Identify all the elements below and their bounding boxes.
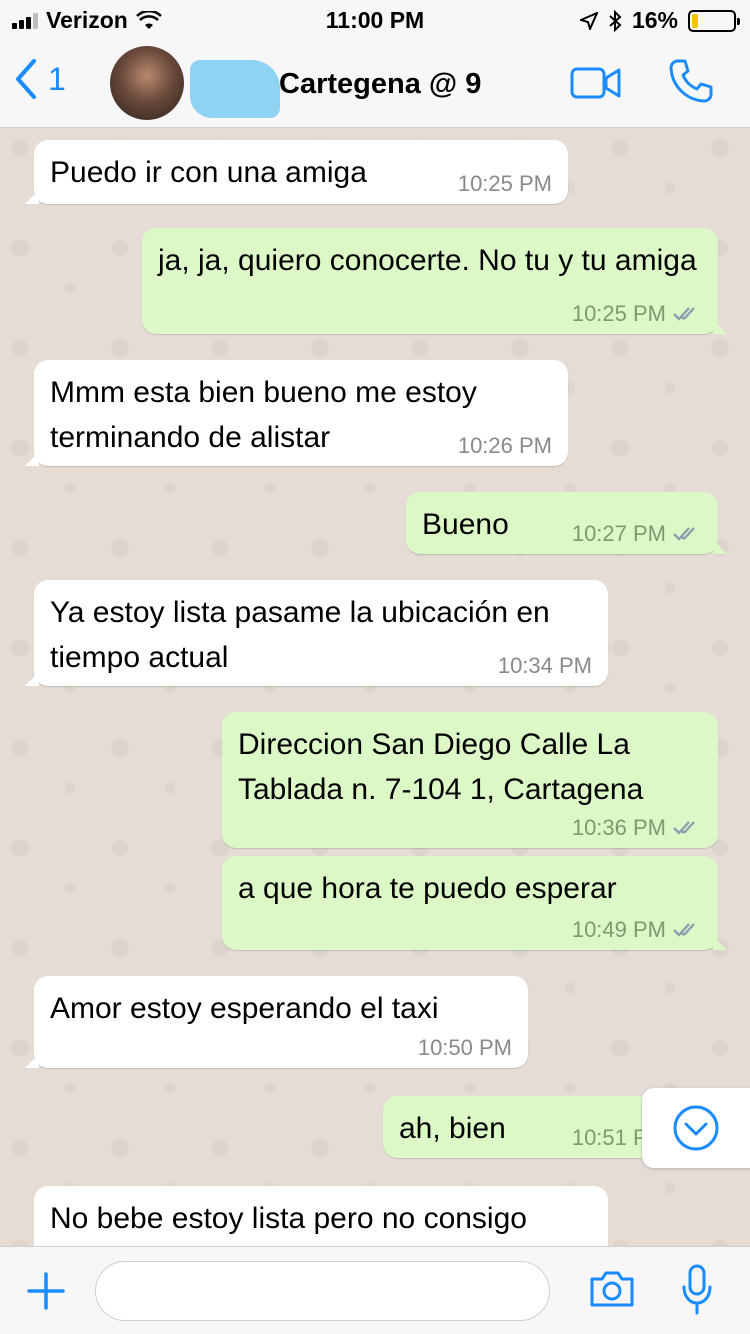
status-right-group: 16% <box>579 7 740 34</box>
input-bar <box>0 1246 750 1334</box>
message-bubble-outgoing[interactable]: Bueno 10:27 PM <box>406 492 727 554</box>
message-bubble-incoming[interactable]: Ya estoy lista pasame la ubicación en ti… <box>25 580 608 686</box>
phone-call-icon[interactable] <box>668 58 714 104</box>
message-bubble-incoming[interactable]: No bebe estoy lista pero no consigo <box>34 1186 608 1246</box>
contact-avatar[interactable] <box>110 46 184 120</box>
message-input[interactable] <box>95 1261 550 1321</box>
message-time: 10:36 PM <box>571 815 666 840</box>
message-text: Amor estoy esperando el taxi <box>50 992 439 1025</box>
redaction-mark <box>190 60 280 118</box>
status-bar: Verizon 11:00 PM 16% <box>0 0 750 40</box>
double-check-icon <box>673 307 695 321</box>
message-bubble-outgoing[interactable]: a que hora te puedo esperar 10:49 PM <box>222 856 727 950</box>
back-button[interactable]: 1 <box>14 58 66 100</box>
battery-level <box>692 13 699 28</box>
message-bubble-outgoing[interactable]: ja, ja, quiero conocerte. No tu y tu ami… <box>142 228 727 334</box>
double-check-icon <box>673 821 695 835</box>
chevron-down-circle-icon <box>673 1105 719 1151</box>
unread-count: 1 <box>48 60 66 97</box>
message-time: 10:26 PM <box>457 433 552 458</box>
message-time: 10:25 PM <box>571 301 666 326</box>
battery-icon <box>688 9 740 32</box>
message-text: Direccion San Diego Calle La Tablada n. … <box>238 728 644 806</box>
message-bubble-incoming[interactable]: Mmm esta bien bueno me estoy terminando … <box>25 360 568 466</box>
message-bubble-incoming[interactable]: Amor estoy esperando el taxi 10:50 PM <box>25 976 528 1068</box>
plus-icon[interactable] <box>26 1271 66 1311</box>
chat-area[interactable]: Puedo ir con una amiga 10:25 PM ja, ja, … <box>0 128 750 1246</box>
message-time: 10:27 PM <box>571 521 666 546</box>
double-check-icon <box>673 527 695 541</box>
battery-percent: 16% <box>631 7 678 33</box>
location-arrow-icon <box>579 11 598 30</box>
video-call-icon[interactable] <box>570 66 622 100</box>
message-time: 10:49 PM <box>571 917 666 942</box>
message-time: 10:34 PM <box>497 653 592 678</box>
chat-header: 1 Cartegena @ 9 <box>0 40 750 128</box>
message-text: ja, ja, quiero conocerte. No tu y tu ami… <box>158 244 697 277</box>
scroll-to-bottom-button[interactable] <box>642 1088 750 1168</box>
contact-name[interactable]: Cartegena @ 9 <box>279 68 481 101</box>
bluetooth-icon <box>609 9 622 32</box>
camera-icon[interactable] <box>588 1269 636 1309</box>
message-text: a que hora te puedo esperar <box>238 872 617 905</box>
message-text: No bebe estoy lista pero no consigo <box>50 1202 527 1235</box>
back-chevron-icon <box>16 59 36 99</box>
microphone-icon[interactable] <box>680 1263 714 1317</box>
double-check-icon <box>673 923 695 937</box>
message-bubble-incoming[interactable]: Puedo ir con una amiga 10:25 PM <box>25 140 568 204</box>
message-time: 10:25 PM <box>457 171 552 196</box>
message-bubble-outgoing[interactable]: Direccion San Diego Calle La Tablada n. … <box>222 712 718 848</box>
message-time: 10:50 PM <box>417 1035 512 1060</box>
